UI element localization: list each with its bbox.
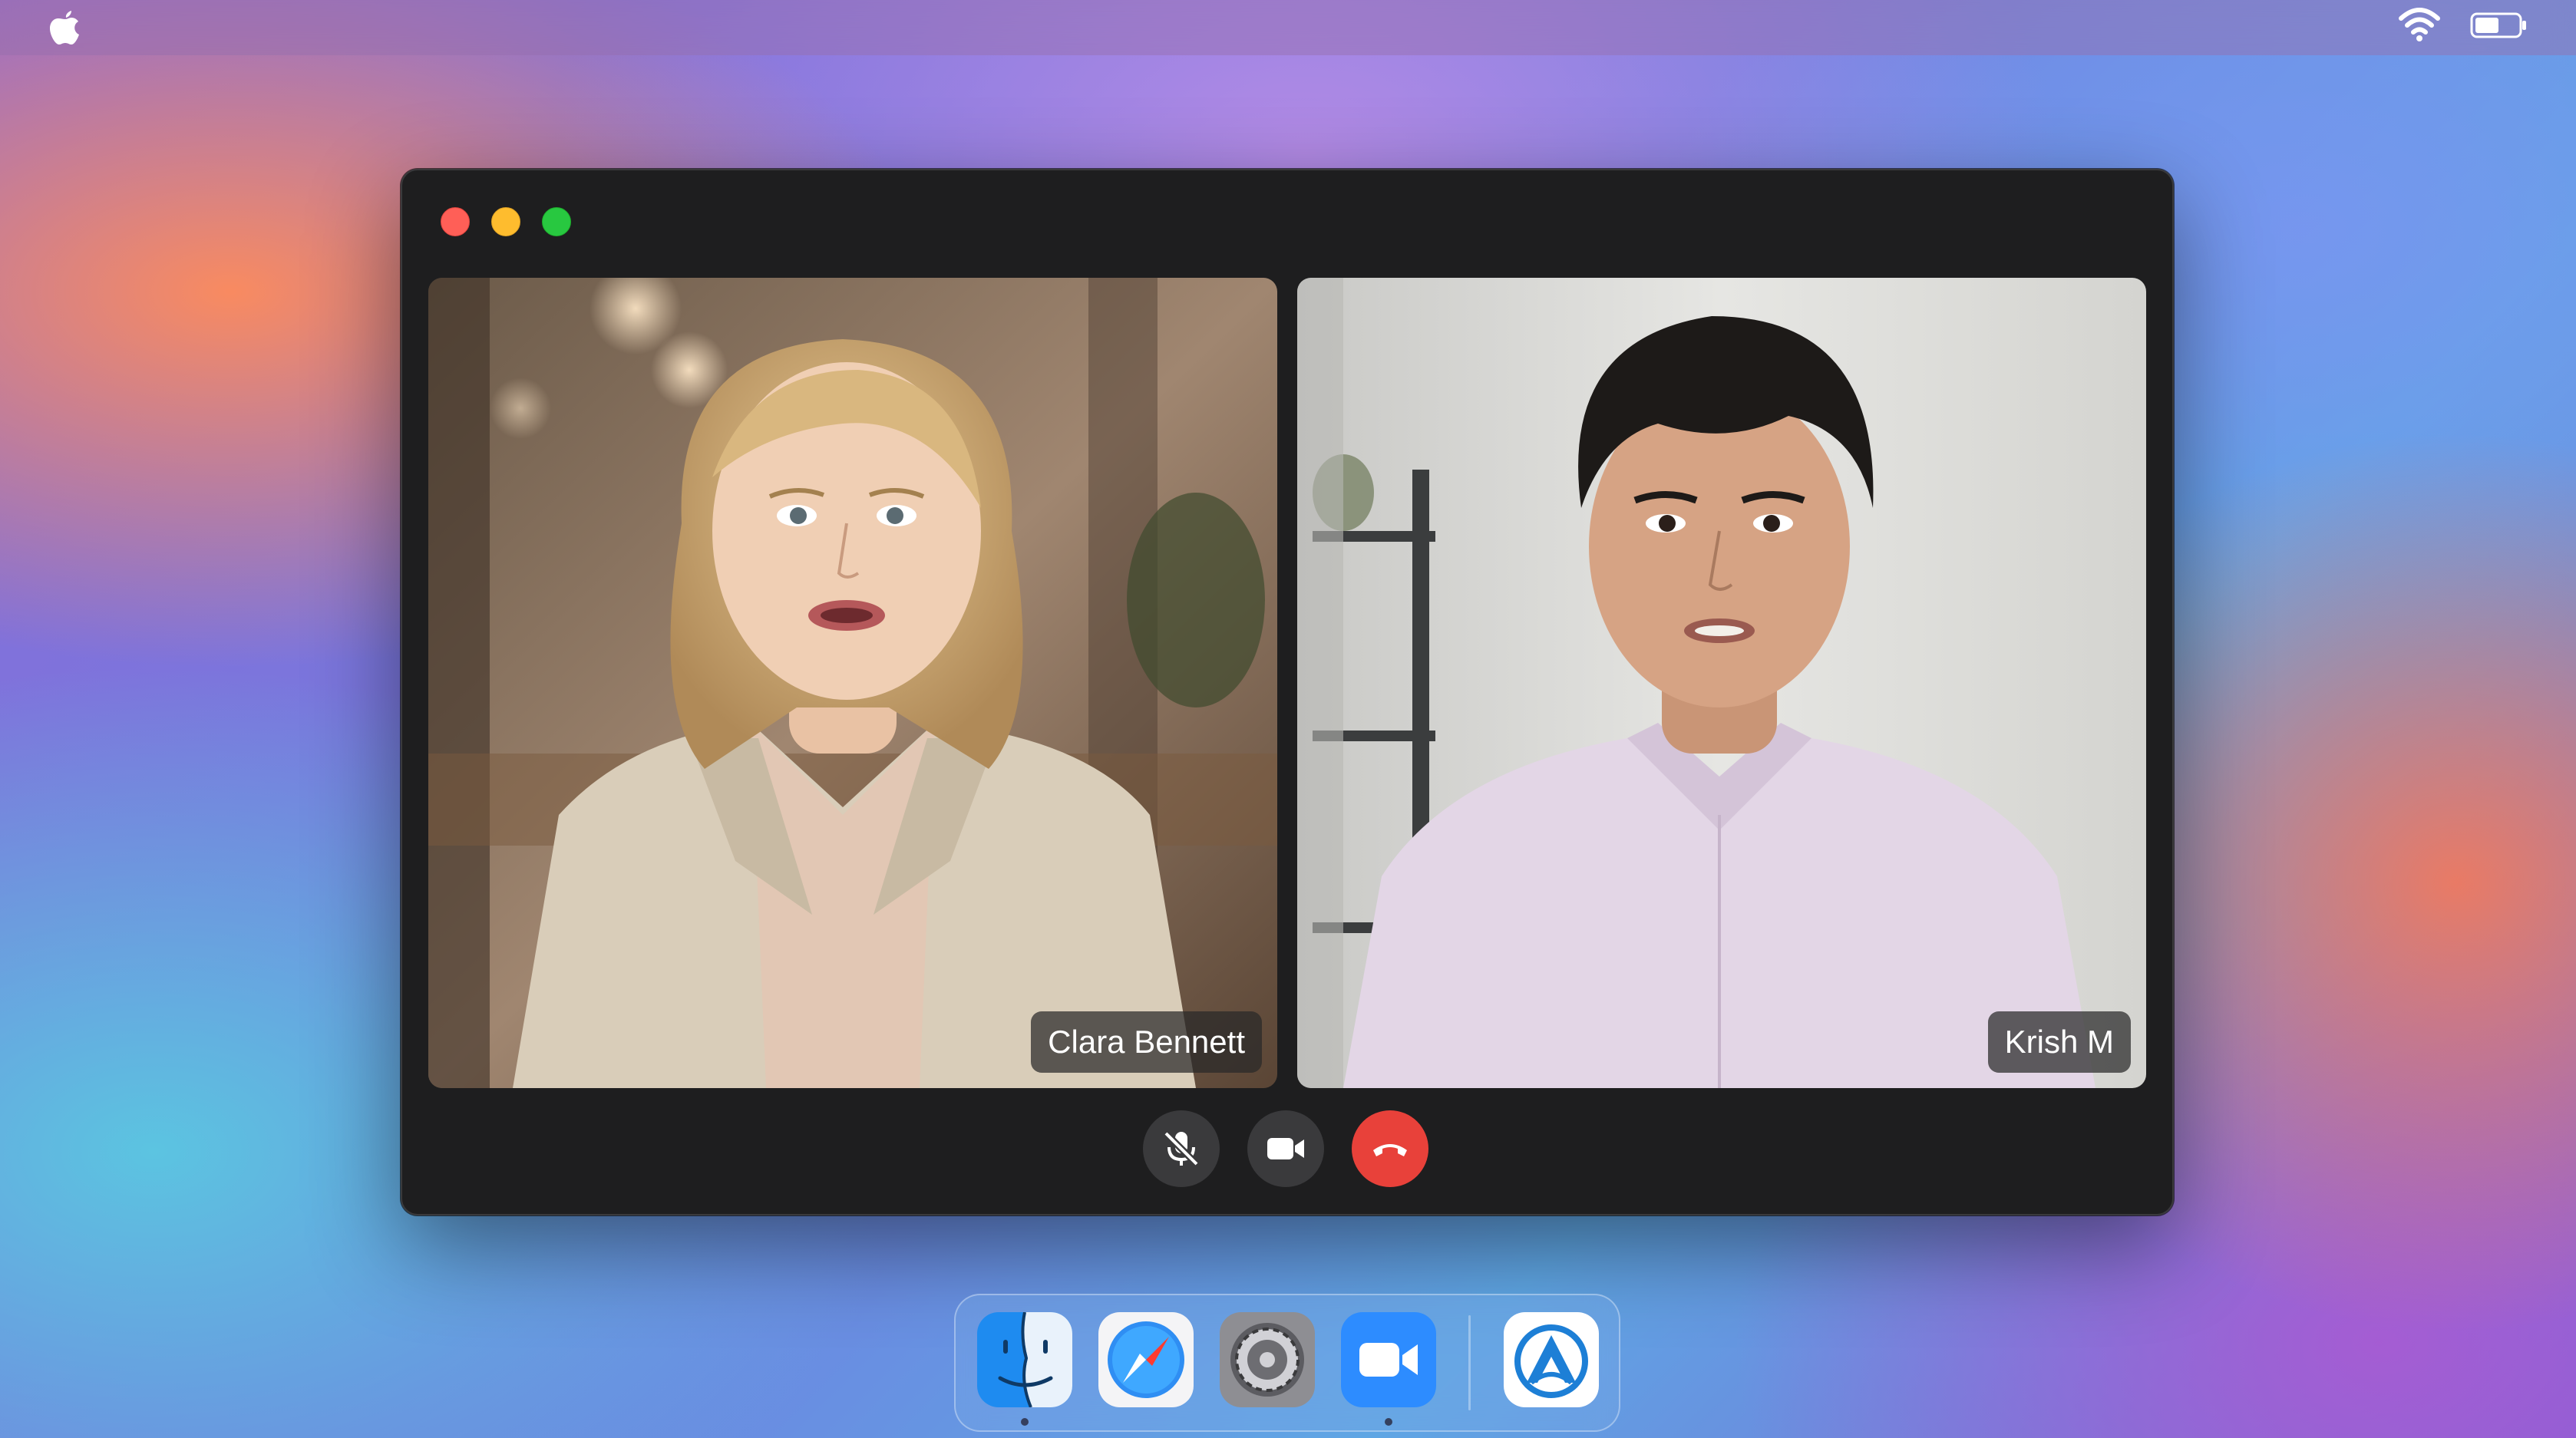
video-toggle-button[interactable] [1247, 1110, 1324, 1187]
dock-item-safari[interactable] [1098, 1312, 1194, 1407]
running-indicator [1021, 1418, 1029, 1426]
safari-icon [1098, 1312, 1194, 1407]
dock-item-finder[interactable] [977, 1312, 1072, 1407]
end-call-button[interactable] [1352, 1110, 1428, 1187]
call-controls [402, 1110, 2172, 1187]
dock [954, 1294, 1620, 1432]
running-indicator [1385, 1418, 1392, 1426]
dock-item-system-settings[interactable] [1220, 1312, 1315, 1407]
window-zoom-button[interactable] [542, 207, 571, 236]
system-settings-icon [1220, 1312, 1315, 1407]
microphone-muted-icon [1163, 1130, 1200, 1167]
participant-tile-clara[interactable]: Clara Bennett [428, 278, 1277, 1088]
participant-tile-krish[interactable]: Krish M [1297, 278, 2146, 1088]
participant-video-krish [1297, 278, 2146, 1088]
phone-hangup-icon [1373, 1144, 1407, 1156]
wifi-icon[interactable] [2398, 6, 2441, 43]
participant-name-tag: Krish M [1987, 1011, 2131, 1073]
finder-icon [977, 1312, 1072, 1407]
window-close-button[interactable] [441, 207, 470, 236]
zoom-icon [1341, 1312, 1436, 1407]
dock-separator [1468, 1315, 1471, 1410]
facetime-window: Clara Bennett Krish M [401, 169, 2174, 1215]
apple-logo-icon[interactable] [48, 8, 83, 48]
dock-item-custom-app[interactable] [1504, 1312, 1599, 1407]
custom-app-icon [1504, 1312, 1599, 1407]
dock-item-zoom[interactable] [1341, 1312, 1436, 1407]
menu-bar [0, 0, 2576, 55]
participant-video-clara [428, 278, 1277, 1088]
participant-name-tag: Clara Bennett [1031, 1011, 1262, 1073]
battery-icon[interactable] [2470, 11, 2528, 40]
video-camera-icon [1267, 1138, 1304, 1159]
mute-button[interactable] [1143, 1110, 1220, 1187]
window-minimize-button[interactable] [491, 207, 520, 236]
